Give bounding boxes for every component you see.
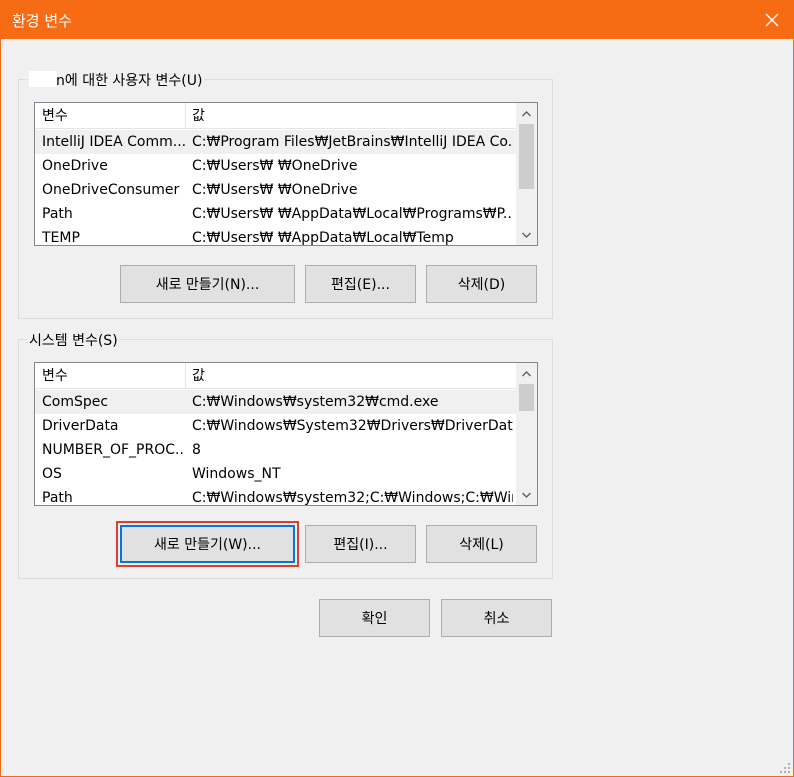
scroll-thumb[interactable]	[519, 124, 534, 189]
close-button[interactable]	[749, 1, 794, 39]
list-row[interactable]: IntelliJ IDEA Comm... C:₩Program Files₩J…	[35, 130, 537, 154]
user-variables-list[interactable]: 변수 값 IntelliJ IDEA Comm... C:₩Program Fi…	[34, 102, 538, 246]
system-edit-button[interactable]: 편집(I)...	[305, 525, 416, 563]
list-row[interactable]: Path C:₩Windows₩system32;C:₩Windows;C:₩W…	[35, 486, 537, 506]
variable-name: IntelliJ IDEA Comm...	[42, 134, 185, 150]
scroll-up-button[interactable]	[516, 363, 537, 384]
variable-value: C:₩Windows₩System32₩Drivers₩DriverData	[192, 418, 513, 434]
scroll-thumb[interactable]	[519, 384, 534, 411]
variable-name: Path	[42, 490, 73, 506]
scroll-down-button[interactable]	[516, 484, 537, 505]
list-row[interactable]: TEMP C:₩Users₩ ₩AppData₩Local₩Temp	[35, 226, 537, 246]
variable-name: OS	[42, 466, 62, 482]
window-title: 환경 변수	[12, 12, 72, 30]
chevron-down-icon	[522, 492, 531, 498]
user-delete-button[interactable]: 삭제(D)	[426, 265, 537, 303]
variable-value: C:₩Users₩ ₩OneDrive	[192, 158, 358, 174]
user-variables-group: n에 대한 사용자 변수(U) 변수 값 IntelliJ IDEA Comm.…	[18, 70, 553, 319]
variable-value: C:₩Users₩ ₩AppData₩Local₩Programs₩P...	[192, 206, 513, 222]
list-header: 변수 값	[35, 103, 537, 129]
list-row[interactable]: ComSpec C:₩Windows₩system32₩cmd.exe	[35, 390, 537, 414]
list-row[interactable]: OneDrive C:₩Users₩ ₩OneDrive	[35, 154, 537, 178]
chevron-down-icon	[522, 232, 531, 238]
scroll-down-button[interactable]	[516, 224, 537, 245]
variable-name: OneDrive	[42, 158, 108, 174]
user-variables-legend: n에 대한 사용자 변수(U)	[27, 70, 205, 90]
variable-value: C:₩Program Files₩JetBrains₩IntelliJ IDEA…	[192, 134, 513, 150]
ok-button[interactable]: 확인	[319, 599, 430, 637]
variable-name: Path	[42, 206, 73, 222]
chevron-up-icon	[522, 370, 531, 376]
variable-value: C:₩Windows₩system32₩cmd.exe	[192, 394, 439, 410]
system-delete-button[interactable]: 삭제(L)	[426, 525, 537, 563]
close-icon	[765, 13, 779, 27]
vertical-scrollbar[interactable]	[516, 363, 537, 505]
scroll-up-button[interactable]	[516, 103, 537, 124]
variable-name: DriverData	[42, 418, 119, 434]
system-variables-legend: 시스템 변수(S)	[27, 330, 120, 350]
list-row[interactable]: Path C:₩Users₩ ₩AppData₩Local₩Programs₩P…	[35, 202, 537, 226]
variable-value: Windows_NT	[192, 466, 281, 482]
system-new-button[interactable]: 새로 만들기(W)...	[120, 525, 295, 563]
user-edit-button[interactable]: 편집(E)...	[305, 265, 416, 303]
vertical-scrollbar[interactable]	[516, 103, 537, 245]
user-new-button[interactable]: 새로 만들기(N)...	[120, 265, 295, 303]
resize-grip-icon[interactable]	[779, 762, 791, 774]
system-variables-group: 시스템 변수(S) 변수 값 ComSpec C:₩Windows₩system…	[18, 330, 553, 579]
column-header-value[interactable]: 값	[185, 103, 518, 129]
chevron-up-icon	[522, 110, 531, 116]
variable-name: TEMP	[42, 230, 80, 246]
variable-name: ComSpec	[42, 394, 109, 410]
list-row[interactable]: DriverData C:₩Windows₩System32₩Drivers₩D…	[35, 414, 537, 438]
list-row[interactable]: OS Windows_NT	[35, 462, 537, 486]
list-row[interactable]: OneDriveConsumer C:₩Users₩ ₩OneDrive	[35, 178, 537, 202]
column-header-variable[interactable]: 변수	[35, 103, 185, 129]
variable-name: OneDriveConsumer	[42, 182, 180, 198]
title-bar[interactable]: 환경 변수	[1, 1, 794, 39]
system-variables-list[interactable]: 변수 값 ComSpec C:₩Windows₩system32₩cmd.exe…	[34, 362, 538, 506]
variable-name: NUMBER_OF_PROC...	[42, 442, 185, 458]
variable-value: C:₩Windows₩system32;C:₩Windows;C:₩Win...	[192, 490, 513, 506]
variable-value: C:₩Users₩ ₩AppData₩Local₩Temp	[192, 230, 454, 246]
cancel-button[interactable]: 취소	[441, 599, 552, 637]
column-header-value[interactable]: 값	[185, 363, 518, 389]
variable-value: 8	[192, 442, 201, 458]
list-row[interactable]: NUMBER_OF_PROC... 8	[35, 438, 537, 462]
environment-variables-dialog: 환경 변수 n에 대한 사용자 변수(U) 변수 값 IntelliJ IDEA…	[0, 0, 794, 777]
column-header-variable[interactable]: 변수	[35, 363, 185, 389]
redacted-username	[29, 71, 57, 87]
variable-value: C:₩Users₩ ₩OneDrive	[192, 182, 358, 198]
list-header: 변수 값	[35, 363, 537, 389]
